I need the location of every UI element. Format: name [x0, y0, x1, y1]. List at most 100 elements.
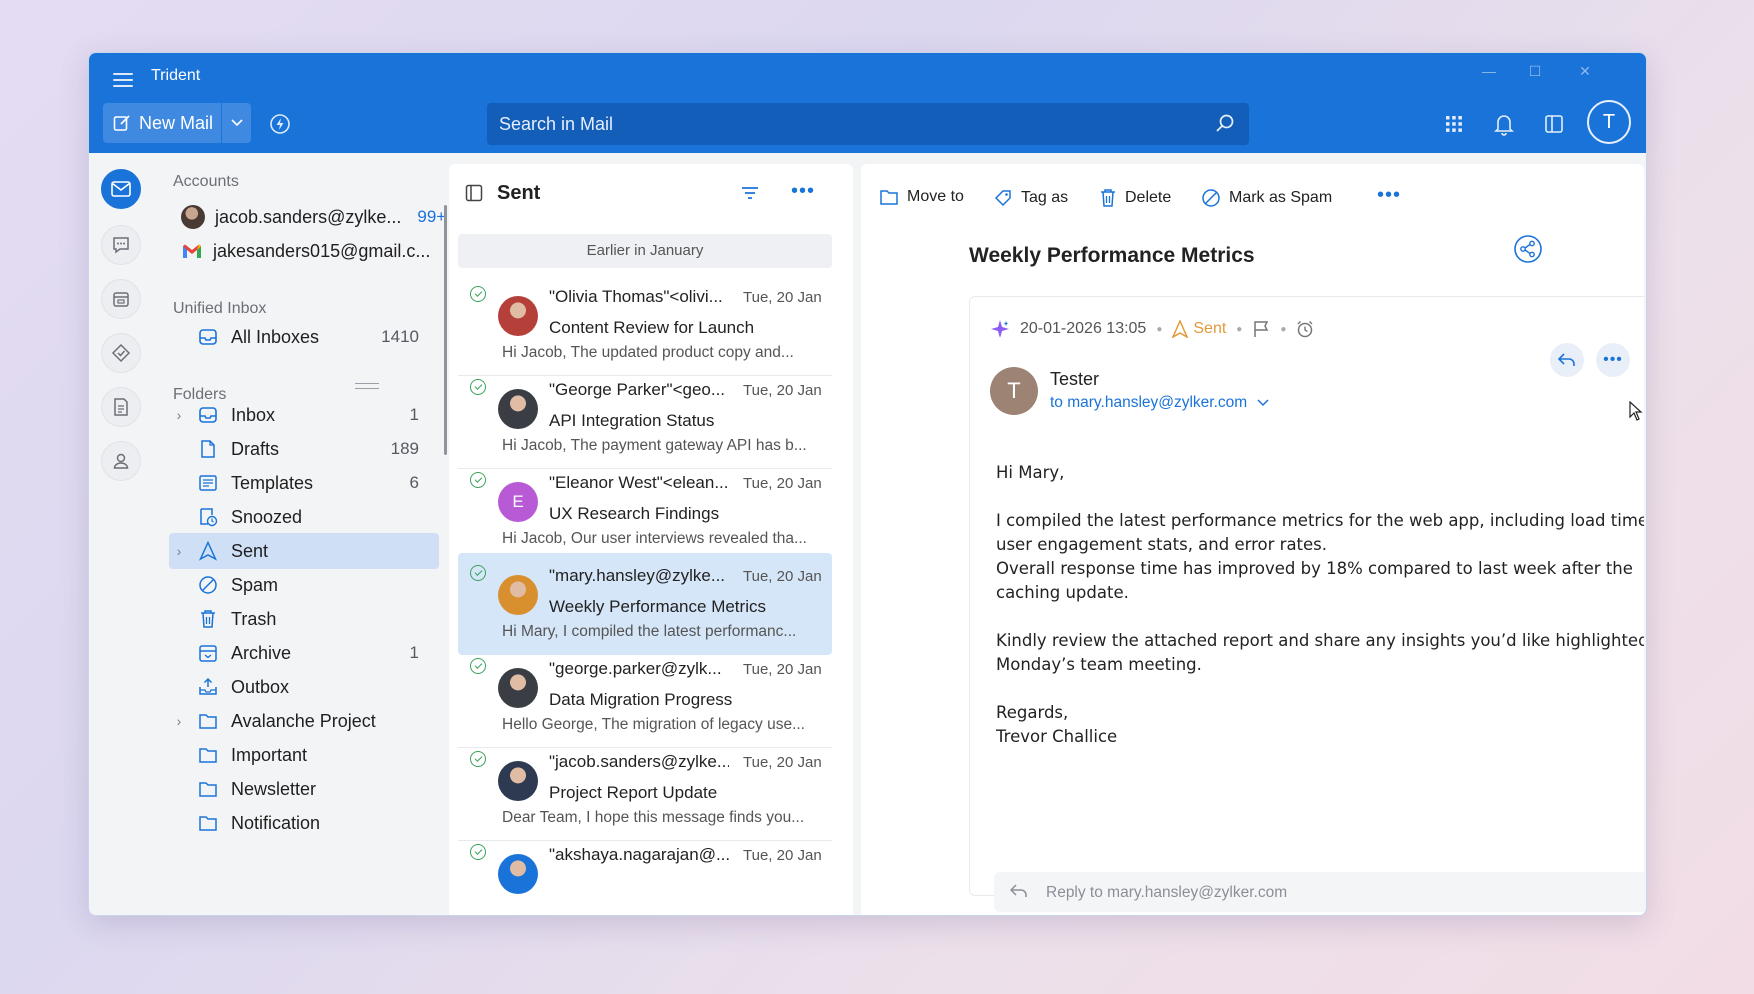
message-row[interactable]: "Olivia Thomas"<olivi... Tue, 20 Jan Conte… [458, 274, 832, 376]
folder-count: 1 [409, 405, 419, 424]
profile-initial: T [1602, 110, 1616, 133]
reply-icon [1558, 353, 1575, 366]
mail-body: Hi Mary, I compiled the latest performanc… [996, 461, 1644, 749]
body-spacer [996, 485, 1644, 509]
menu-icon[interactable] [111, 69, 135, 93]
mail-datetime: 20-01-2026 13:05 [1020, 320, 1147, 337]
sent-check-icon [470, 565, 486, 581]
folder-count: 6 [409, 473, 419, 492]
tag-icon [994, 190, 1011, 207]
sent-check-icon [470, 751, 486, 767]
rail-tasks-button[interactable] [101, 333, 141, 373]
folder-snoozed[interactable]: Snoozed [169, 499, 439, 535]
bell-icon[interactable] [1491, 111, 1517, 137]
panel-toggle-icon[interactable] [1541, 111, 1567, 137]
panel-collapse-icon[interactable] [465, 184, 483, 202]
new-mail-dropdown[interactable] [222, 103, 251, 143]
search-icon[interactable] [1215, 113, 1235, 133]
sent-check-icon [470, 379, 486, 395]
profile-avatar[interactable]: T [1587, 100, 1631, 144]
folder-inbox[interactable]: › Inbox 1 [169, 397, 439, 433]
chevron-down-icon [1257, 399, 1269, 407]
mail-status: Sent [1172, 320, 1226, 338]
compose-icon [113, 115, 130, 131]
maximize-button[interactable]: ☐ [1515, 63, 1555, 83]
account-email: jacob.sanders@zylke... [215, 206, 402, 227]
folder-newsletter[interactable]: Newsletter [169, 771, 439, 807]
folder-name: Drafts [231, 438, 280, 459]
message-preview: Hello George, The migration of legacy us… [502, 716, 805, 733]
account-avatar [181, 205, 205, 229]
app-title: Trident [151, 67, 201, 84]
quick-reply-input[interactable]: Reply to mary.hansley@zylker.com [994, 872, 1644, 912]
sent-icon [1172, 320, 1189, 338]
folder-count: 189 [390, 439, 419, 458]
filter-icon[interactable] [741, 186, 759, 200]
delete-button[interactable]: Delete [1099, 188, 1171, 208]
chevron-right-icon[interactable]: › [169, 713, 189, 729]
list-more-button[interactable]: ••• [791, 180, 815, 203]
folder-archive[interactable]: Archive 1 [169, 635, 439, 671]
chevron-right-icon[interactable]: › [169, 543, 189, 559]
message-row[interactable]: "jacob.sanders@zylke... Tue, 20 Jan Projec… [458, 739, 832, 841]
message-row[interactable]: "George Parker"<geo... Tue, 20 Jan API Int… [458, 367, 832, 469]
message-row[interactable]: "akshaya.nagarajan@... Tue, 20 Jan [458, 832, 832, 915]
folder-count: 1 [409, 643, 419, 662]
share-icon[interactable] [1513, 234, 1543, 264]
folder-drafts[interactable]: Drafts 189 [169, 431, 439, 467]
minimize-button[interactable]: — [1469, 63, 1509, 83]
search-input[interactable]: Search in Mail [487, 103, 1249, 145]
rail-chat-button[interactable] [101, 225, 141, 265]
message-row[interactable]: "george.parker@zylk... Tue, 20 Jan Data Mi… [458, 646, 832, 748]
folder-avalanche-project[interactable]: › Avalanche Project [169, 703, 439, 739]
apps-grid-icon[interactable] [1441, 111, 1467, 137]
folder-scrollbar[interactable] [444, 205, 447, 455]
recipient-toggle[interactable]: to mary.hansley@zylker.com [1050, 394, 1269, 412]
message-date: Tue, 20 Jan [743, 382, 822, 399]
message-date: Tue, 20 Jan [743, 754, 822, 771]
accounts-heading: Accounts [173, 173, 239, 190]
sparkle-icon [991, 320, 1009, 338]
mail-more-button[interactable]: ••• [1596, 343, 1630, 377]
resize-handle[interactable] [355, 383, 379, 389]
reply-button[interactable] [1550, 343, 1584, 377]
folder-important[interactable]: Important [169, 737, 439, 773]
close-button[interactable]: ✕ [1565, 63, 1605, 83]
folder-trash[interactable]: Trash [169, 601, 439, 637]
folder-name: Outbox [231, 676, 290, 697]
separator-dot: ● [1156, 323, 1163, 335]
rail-mail-button[interactable] [101, 169, 141, 209]
folder-templates[interactable]: Templates 6 [169, 465, 439, 501]
folder-all-inboxes[interactable]: All Inboxes 1410 [169, 319, 439, 355]
mail-meta: 20-01-2026 13:05 ● Sent ● ● [990, 319, 1314, 339]
toolbar-more-button[interactable]: ••• [1377, 184, 1401, 207]
new-mail-button[interactable]: New Mail [103, 103, 251, 143]
folder-sent[interactable]: › Sent [169, 533, 439, 569]
folder-notification[interactable]: Notification [169, 805, 439, 841]
alarm-icon[interactable] [1296, 320, 1314, 338]
folder-name: Avalanche Project [231, 710, 376, 731]
mail-card: 20-01-2026 13:05 ● Sent ● ● ••• T Tester [969, 296, 1644, 912]
message-subject: Content Review for Launch [549, 318, 755, 337]
folder-outbox[interactable]: Outbox [169, 669, 439, 705]
message-from: "george.parker@zylk... [549, 659, 722, 678]
rail-contacts-button[interactable] [101, 441, 141, 481]
rail-notes-button[interactable] [101, 387, 141, 427]
search-placeholder: Search in Mail [499, 114, 614, 134]
move-to-button[interactable]: Move to [879, 188, 964, 206]
body-spacer [996, 605, 1644, 629]
folder-spam[interactable]: Spam [169, 567, 439, 603]
mark-spam-button[interactable]: Mark as Spam [1201, 188, 1332, 208]
message-from: "Olivia Thomas"<olivi... [549, 287, 723, 306]
message-row[interactable]: "mary.hansley@zylke... Tue, 20 Jan Weekly … [458, 553, 832, 655]
rail-calendar-button[interactable] [101, 279, 141, 319]
gmail-icon [183, 244, 201, 258]
bolt-icon[interactable] [269, 113, 291, 135]
chevron-right-icon[interactable]: › [169, 407, 189, 423]
app-window: Trident — ☐ ✕ New Mail Search in Mail T [88, 52, 1647, 916]
flag-icon[interactable] [1252, 320, 1270, 338]
trash-icon [1101, 189, 1115, 207]
new-mail-main[interactable]: New Mail [103, 103, 221, 143]
message-row[interactable]: E "Eleanor West"<elean... Tue, 20 Jan UX Re… [458, 460, 832, 562]
tag-as-button[interactable]: Tag as [993, 188, 1068, 208]
